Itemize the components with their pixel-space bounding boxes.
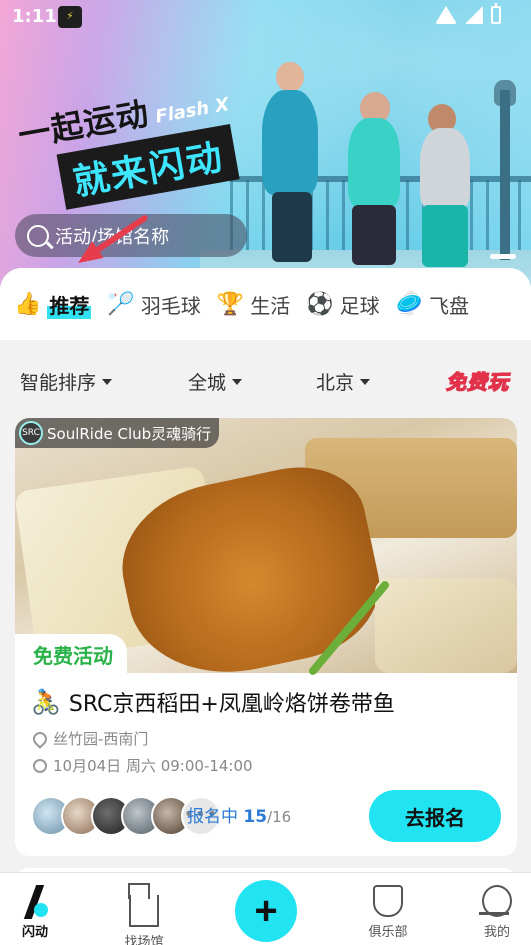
flash-app-mini-icon: ⚡ <box>58 6 82 28</box>
soccer-ball-icon: ⚽ <box>306 291 334 317</box>
search-icon <box>27 224 49 247</box>
capacity: /16 <box>267 808 292 826</box>
slogan-brand: Flash X <box>153 94 231 128</box>
venue-icon <box>128 883 159 927</box>
banner-person-3-legs <box>422 205 468 267</box>
main-panel: 👍 推荐 🏸 羽毛球 🏆 生活 ⚽ 足球 🥏 飞盘 智能排序 全城 北京 免费玩… <box>0 268 531 945</box>
clock-icon <box>33 758 47 773</box>
club-badge[interactable]: SRC SoulRide Club灵魂骑行 <box>15 418 220 448</box>
club-name: SoulRide Club灵魂骑行 <box>47 424 212 443</box>
nav-flash[interactable]: 闪动 <box>0 885 70 940</box>
badminton-icon: 🏸 <box>107 291 135 317</box>
tab-frisbee[interactable]: 🥏 飞盘 <box>396 290 469 319</box>
activity-title-text: SRC京西稻田+凤凰岭烙饼卷带鱼 <box>68 692 395 717</box>
city-label: 北京 <box>316 372 355 394</box>
location-pin-icon <box>30 728 50 749</box>
banner-person-2-legs <box>352 205 396 265</box>
caret-down-icon <box>360 378 371 385</box>
create-activity-button[interactable]: + <box>235 880 297 942</box>
signup-button[interactable]: 去报名 <box>369 790 501 842</box>
trophy-icon: 🏆 <box>216 291 245 317</box>
signal-icon <box>465 6 483 24</box>
tab-football[interactable]: ⚽ 足球 <box>306 290 379 319</box>
banner-person-1-legs <box>272 192 312 262</box>
nav-clubs[interactable]: 俱乐部 <box>353 885 423 940</box>
area-label: 全城 <box>188 372 227 394</box>
wifi-icon <box>435 6 457 24</box>
nav-label: 闪动 <box>21 925 48 940</box>
category-tabs: 👍 推荐 🏸 羽毛球 🏆 生活 ⚽ 足球 🥏 飞盘 <box>0 268 531 340</box>
tab-label: 飞盘 <box>429 293 470 318</box>
nav-venues[interactable]: 找场馆 <box>109 883 179 945</box>
thumbs-up-icon: 👍 <box>14 291 42 317</box>
sort-dropdown[interactable]: 智能排序 <box>20 368 113 395</box>
nav-profile[interactable]: 我的 <box>462 885 531 940</box>
sort-label: 智能排序 <box>20 372 97 394</box>
banner-page-indicator <box>490 254 516 259</box>
tab-badminton[interactable]: 🏸 羽毛球 <box>107 290 200 319</box>
city-dropdown[interactable]: 北京 <box>316 368 371 395</box>
activity-card[interactable]: SRC SoulRide Club灵魂骑行 免费活动 🚴 SRC京西稻田+凤凰岭… <box>15 418 517 856</box>
system-icons <box>435 3 501 24</box>
banner-lamp-post <box>500 90 510 260</box>
profile-icon <box>479 885 512 917</box>
tab-recommend[interactable]: 👍 推荐 <box>14 289 92 319</box>
activity-location: 丝竹园-西南门 <box>30 728 149 749</box>
nav-label: 俱乐部 <box>368 925 408 940</box>
tab-label: 足球 <box>339 293 380 318</box>
banner-person-3 <box>420 128 470 210</box>
activity-time: 10月04日 周六 09:00-14:00 <box>33 755 253 776</box>
free-activity-tag: 免费活动 <box>15 634 127 674</box>
banner-person-2 <box>348 118 400 208</box>
tab-life[interactable]: 🏆 生活 <box>217 290 290 319</box>
banner-person-1-head <box>276 62 304 92</box>
frisbee-icon: 🥏 <box>395 291 424 317</box>
filter-bar: 智能排序 全城 北京 免费玩 <box>0 340 531 418</box>
signup-status: 报名中 15/16 <box>187 802 291 827</box>
status-bar: 1:11 ⚡ <box>0 0 531 34</box>
tab-label: 生活 <box>250 293 291 318</box>
area-dropdown[interactable]: 全城 <box>188 368 243 395</box>
status-label: 报名中 <box>187 807 238 827</box>
club-shield-icon <box>373 885 403 917</box>
activity-title: 🚴 SRC京西稻田+凤凰岭烙饼卷带鱼 <box>31 686 395 718</box>
photo-wrap <box>375 578 517 673</box>
tab-label: 推荐 <box>47 289 92 319</box>
bolt-icon <box>20 885 50 919</box>
caret-down-icon <box>232 378 243 385</box>
status-time: 1:11 <box>12 6 57 27</box>
nav-label: 我的 <box>483 925 510 940</box>
location-text: 丝竹园-西南门 <box>53 730 149 748</box>
battery-icon <box>491 3 501 24</box>
banner-person-1 <box>262 90 318 195</box>
caret-down-icon <box>102 378 113 385</box>
tab-label: 羽毛球 <box>140 293 201 318</box>
free-play-filter[interactable]: 免费玩 <box>445 366 509 395</box>
club-logo: SRC <box>19 421 43 445</box>
search-bar[interactable]: 活动/场馆名称 <box>15 214 247 257</box>
bicycle-icon: 🚴 <box>31 688 61 716</box>
time-text: 10月04日 周六 09:00-14:00 <box>53 757 253 775</box>
signed-count: 15 <box>243 807 268 827</box>
nav-label: 找场馆 <box>124 935 164 945</box>
